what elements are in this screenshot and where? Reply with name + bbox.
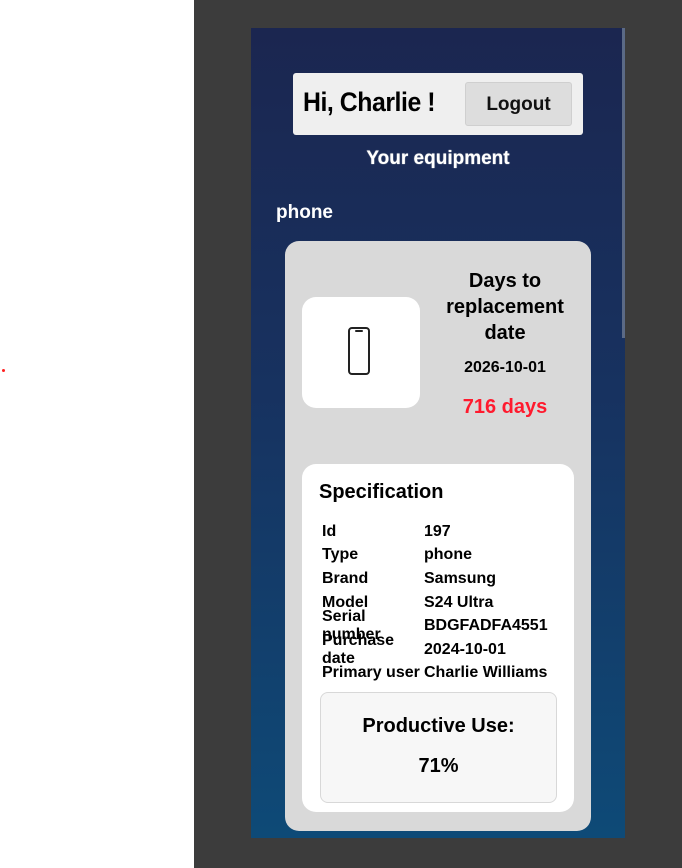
spec-key: Purchase date [322,631,395,667]
scrollbar[interactable] [622,28,625,338]
spec-key: Id [322,522,337,540]
header-bar: Hi, Charlie ! Logout [293,73,583,135]
spec-value: Charlie Williams [424,664,548,682]
specification-table: Id 197 Type phone Brand Samsung Model S2… [322,520,548,685]
device-icon-box [302,297,420,408]
red-dot-marker [2,369,5,372]
spec-value: 197 [424,522,451,540]
productive-use-value: 71% [418,755,459,777]
days-remaining: 716 days [462,396,548,418]
spec-row-id: Id 197 [322,520,548,544]
spec-value: Samsung [424,569,497,587]
spec-key: Type [322,546,359,564]
productive-use-title: Productive Use: [362,715,515,737]
smartphone-icon [348,327,370,375]
device-category-label: phone [276,202,333,223]
spec-row-purchase-date: Purchase date 2024-10-01 [322,632,548,667]
greeting-text: Hi, Charlie ! [303,87,436,117]
spec-value: BDGFADFA4551 [424,617,548,635]
spec-key: Brand [322,569,369,587]
spec-value: S24 Ultra [424,593,494,611]
equipment-card: Days to replacement date 2026-10-01 716 … [285,241,591,831]
spec-row-type: Type phone [322,544,548,568]
logout-button[interactable]: Logout [465,82,572,126]
days-to-replacement-title: Days to replacement date [446,270,564,344]
app-window: Hi, Charlie ! Logout Your equipment phon… [251,28,625,838]
productive-use-panel: Productive Use: 71% [320,692,557,803]
spec-row-brand: Brand Samsung [322,567,548,591]
specification-title: Specification [319,481,444,503]
replacement-date: 2026-10-01 [464,359,546,376]
spec-key: Primary user [322,664,420,682]
spec-value: phone [424,546,472,564]
spec-value: 2024-10-01 [424,640,506,658]
spec-row-primary-user: Primary user Charlie Williams [322,662,548,686]
section-title: Your equipment [366,148,510,169]
specification-panel: Specification Id 197 Type phone Brand Sa… [302,464,574,812]
